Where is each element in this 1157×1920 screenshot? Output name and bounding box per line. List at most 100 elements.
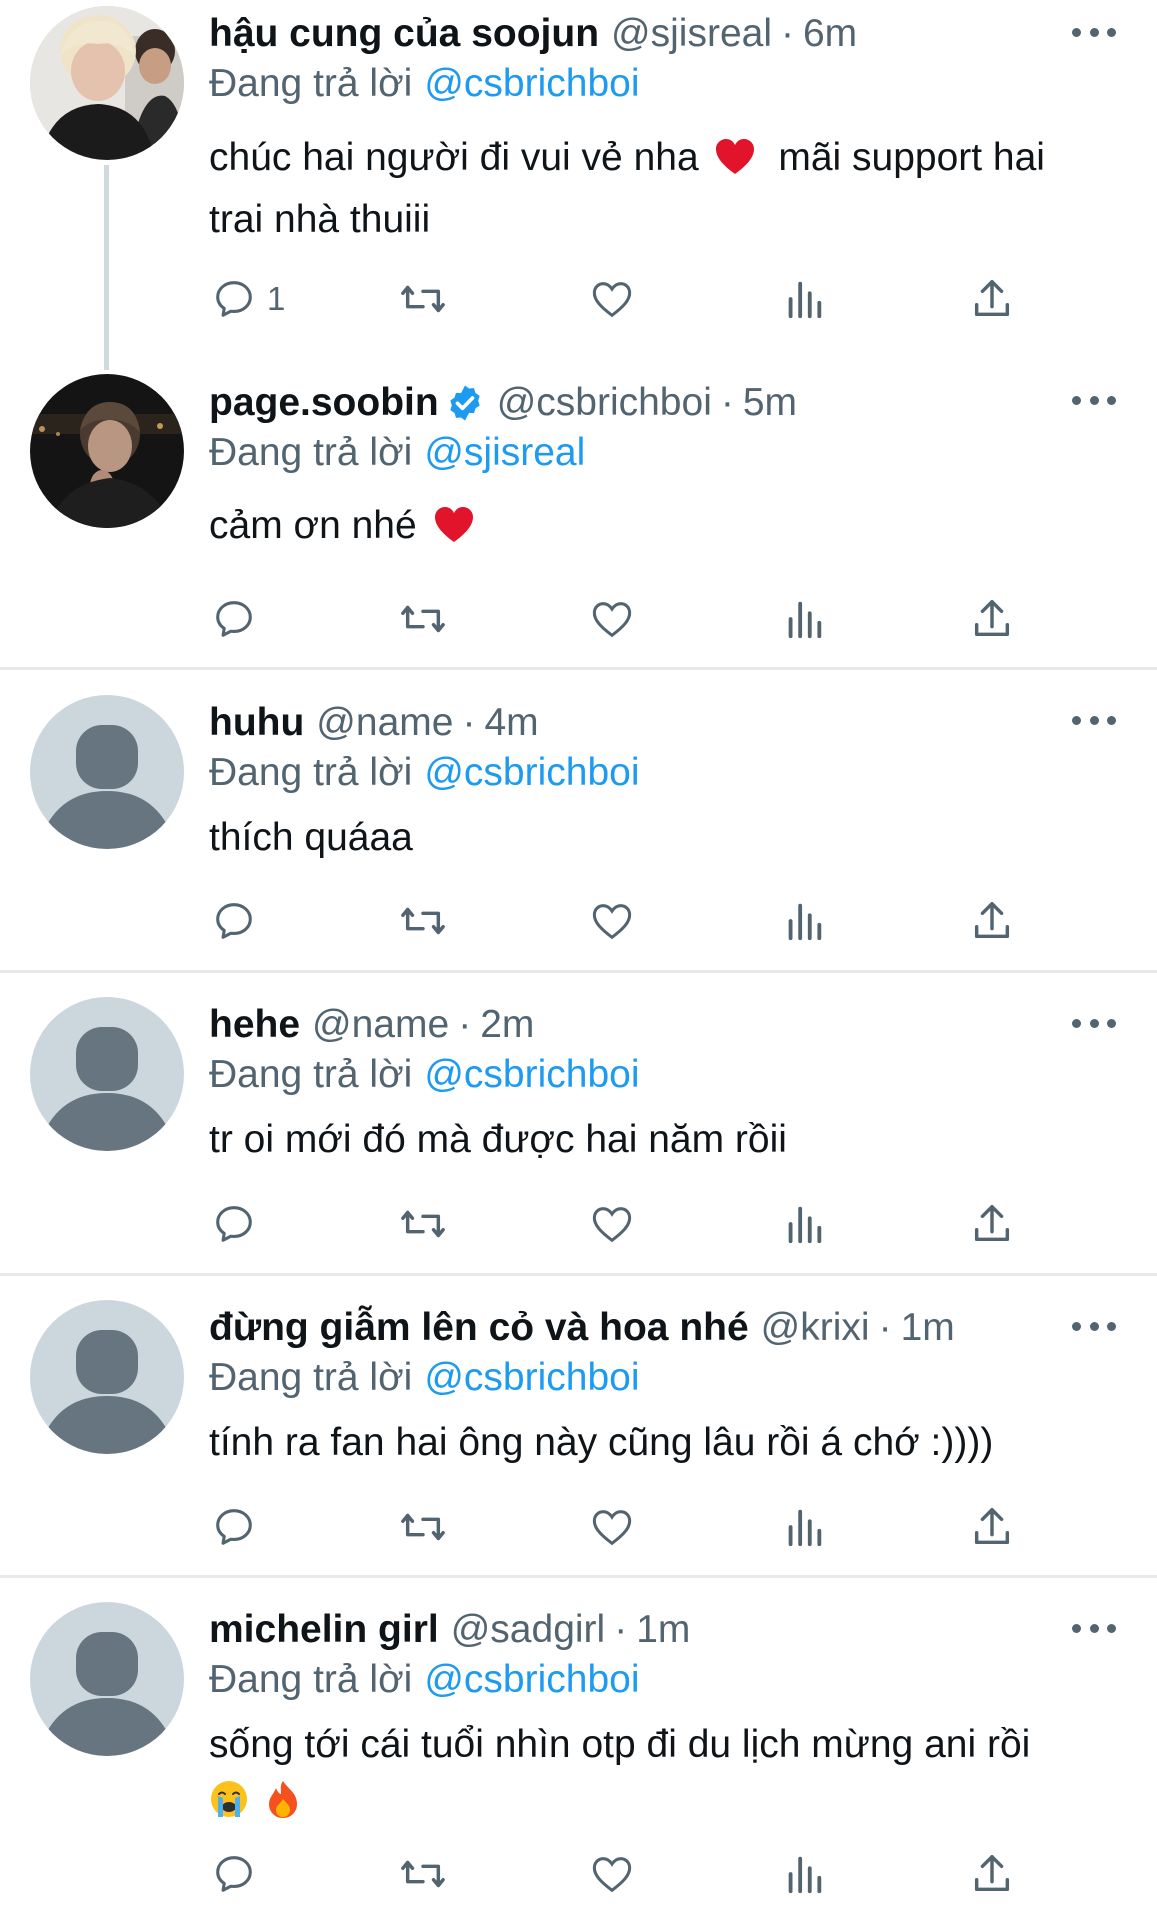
replying-label: Đang trả lời xyxy=(209,1053,413,1096)
display-name[interactable]: đừng giẫm lên cỏ và hoa nhé xyxy=(209,1306,749,1350)
action-bar xyxy=(209,1198,1029,1250)
replying-label: Đang trả lời xyxy=(209,751,413,794)
like-icon xyxy=(589,596,635,642)
share-button[interactable] xyxy=(969,1848,1015,1900)
reply-button[interactable] xyxy=(211,1501,257,1553)
like-button[interactable] xyxy=(589,593,635,645)
user-handle[interactable]: @name xyxy=(312,1003,449,1047)
replying-to: Đang trả lời @sjisreal xyxy=(209,428,585,478)
tweet-text: tr oi mới đó mà được hai năm rồii xyxy=(209,1112,1109,1168)
heart-emoji-icon xyxy=(434,504,474,560)
views-button[interactable] xyxy=(782,1501,826,1553)
user-handle[interactable]: @name xyxy=(316,701,453,745)
timestamp[interactable]: 4m xyxy=(484,701,538,745)
tweet-text-line: sống tới cái tuổi nhìn otp đi du lịch mừ… xyxy=(209,1723,1031,1766)
retweet-icon xyxy=(397,596,449,642)
action-bar xyxy=(209,1848,1029,1900)
timestamp[interactable]: 5m xyxy=(743,381,797,425)
mention-link[interactable]: @csbrichboi xyxy=(424,1053,639,1097)
retweet-icon xyxy=(397,1851,449,1897)
user-handle[interactable]: @sadgirl xyxy=(451,1608,605,1652)
reply-button[interactable] xyxy=(211,1198,257,1250)
share-button[interactable] xyxy=(969,1501,1015,1553)
tweet-text: cảm ơn nhé xyxy=(209,498,1109,560)
mention-link[interactable]: @csbrichboi xyxy=(424,1658,639,1702)
mention-link[interactable]: @sjisreal xyxy=(424,431,585,475)
mention-link[interactable]: @csbrichboi xyxy=(424,1356,639,1400)
share-button[interactable] xyxy=(969,593,1015,645)
more-icon[interactable] xyxy=(1072,1013,1116,1033)
mention-link[interactable]: @csbrichboi xyxy=(424,751,639,795)
like-button[interactable] xyxy=(589,895,635,947)
display-name[interactable]: michelin girl xyxy=(209,1608,439,1652)
like-button[interactable] xyxy=(589,1501,635,1553)
default-avatar-icon[interactable] xyxy=(30,997,184,1151)
like-icon xyxy=(589,1504,635,1550)
tweet[interactable]: đừng giẫm lên cỏ và hoa nhé @krixi · 1m … xyxy=(0,1276,1157,1578)
like-button[interactable] xyxy=(589,1198,635,1250)
tweet[interactable]: page.soobin @csbrichboi · 5m Đang trả lờ… xyxy=(0,0,1157,670)
user-handle[interactable]: @krixi xyxy=(761,1306,870,1350)
default-avatar-icon[interactable] xyxy=(30,1300,184,1454)
reply-icon xyxy=(211,898,257,944)
retweet-button[interactable] xyxy=(397,895,449,947)
reply-button[interactable] xyxy=(211,1848,257,1900)
views-button[interactable] xyxy=(782,593,826,645)
views-button[interactable] xyxy=(782,1848,826,1900)
tweet-header: hehe @name · 2m xyxy=(209,1000,534,1050)
tweet[interactable]: huhu @name · 4m Đang trả lời @csbrichboi… xyxy=(0,670,1157,972)
fire-emoji-icon xyxy=(266,1779,300,1835)
like-button[interactable] xyxy=(589,1848,635,1900)
reply-icon xyxy=(211,1851,257,1897)
retweet-button[interactable] xyxy=(397,1198,449,1250)
more-icon[interactable] xyxy=(1072,1618,1116,1638)
tweet[interactable]: michelin girl @sadgirl · 1m Đang trả lời… xyxy=(0,1578,1157,1920)
tweet-header: page.soobin @csbrichboi · 5m xyxy=(209,378,797,428)
tweet-text: tính ra fan hai ông này cũng lâu rồi á c… xyxy=(209,1415,1109,1471)
more-icon[interactable] xyxy=(1072,1316,1116,1336)
views-icon xyxy=(782,596,826,642)
share-button[interactable] xyxy=(969,895,1015,947)
reply-button[interactable] xyxy=(211,593,257,645)
action-bar xyxy=(209,593,1029,645)
tweet[interactable]: hehe @name · 2m Đang trả lời @csbrichboi… xyxy=(0,973,1157,1275)
share-button[interactable] xyxy=(969,1198,1015,1250)
tweet-text: sống tới cái tuổi nhìn otp đi du lịch mừ… xyxy=(209,1717,1109,1835)
display-name[interactable]: huhu xyxy=(209,701,304,745)
separator-dot: · xyxy=(720,381,734,424)
default-avatar-icon[interactable] xyxy=(30,1602,184,1756)
replying-to: Đang trả lời @csbrichboi xyxy=(209,1353,640,1403)
display-name[interactable]: hehe xyxy=(209,1003,300,1047)
more-icon[interactable] xyxy=(1072,710,1116,730)
tweet-text-line: tính ra fan hai ông này cũng lâu rồi á c… xyxy=(209,1421,994,1464)
replying-label: Đang trả lời xyxy=(209,1658,413,1701)
views-icon xyxy=(782,1504,826,1550)
retweet-button[interactable] xyxy=(397,593,449,645)
share-icon xyxy=(969,1851,1015,1897)
retweet-button[interactable] xyxy=(397,1501,449,1553)
like-icon xyxy=(589,1201,635,1247)
views-button[interactable] xyxy=(782,1198,826,1250)
replying-to: Đang trả lời @csbrichboi xyxy=(209,1655,640,1705)
like-icon xyxy=(589,898,635,944)
display-name[interactable]: page.soobin xyxy=(209,381,439,425)
share-icon xyxy=(969,596,1015,642)
replying-label: Đang trả lời xyxy=(209,431,413,474)
share-icon xyxy=(969,1201,1015,1247)
timestamp[interactable]: 1m xyxy=(901,1306,955,1350)
views-icon xyxy=(782,898,826,944)
reply-icon xyxy=(211,596,257,642)
retweet-button[interactable] xyxy=(397,1848,449,1900)
default-avatar-icon[interactable] xyxy=(30,695,184,849)
user-handle[interactable]: @csbrichboi xyxy=(497,381,712,425)
separator-dot: · xyxy=(458,1003,472,1046)
reply-button[interactable] xyxy=(211,895,257,947)
timestamp[interactable]: 1m xyxy=(636,1608,690,1652)
avatar[interactable] xyxy=(30,374,184,528)
timestamp[interactable]: 2m xyxy=(480,1003,534,1047)
views-button[interactable] xyxy=(782,895,826,947)
tweet-text-line: cảm ơn nhé xyxy=(209,504,417,547)
share-icon xyxy=(969,898,1015,944)
more-icon[interactable] xyxy=(1072,390,1116,410)
separator-dot: · xyxy=(462,701,476,744)
